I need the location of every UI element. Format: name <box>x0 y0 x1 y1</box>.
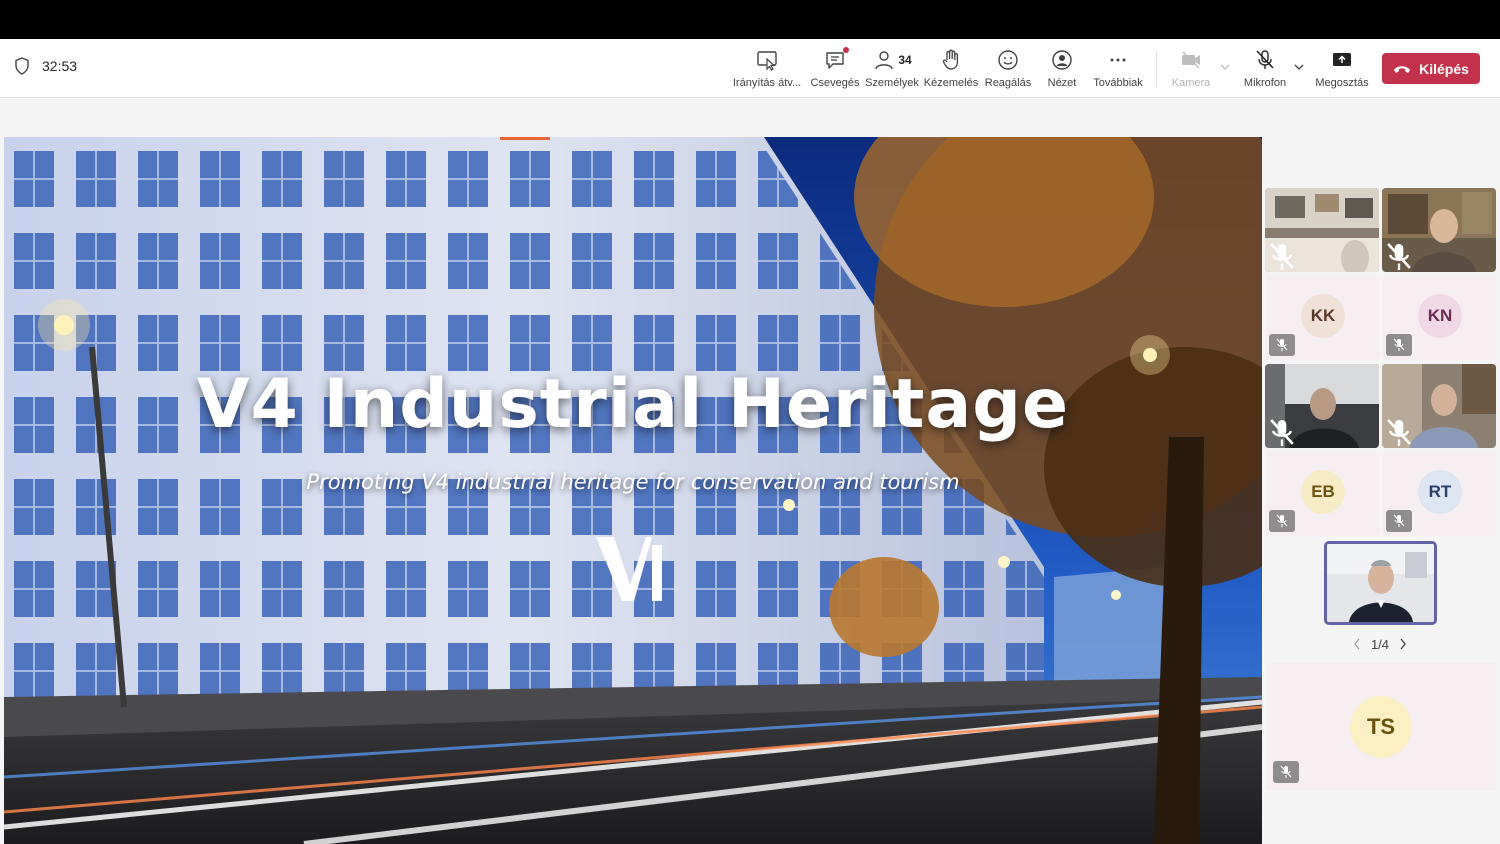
people-count: 34 <box>898 53 912 67</box>
muted-indicator <box>1269 334 1295 356</box>
timer-text: 32:53 <box>42 58 78 74</box>
camera-button[interactable]: Kamera <box>1156 47 1226 89</box>
leave-button[interactable]: Kilépés <box>1382 53 1480 84</box>
title-bar <box>0 0 1500 39</box>
mic-off-icon <box>1256 50 1274 69</box>
take-control-button[interactable]: Irányítás átv... <box>732 47 802 89</box>
page-indicator: 1/4 <box>1370 636 1390 652</box>
shield-icon <box>15 57 29 75</box>
meeting-timer: 32:53 <box>14 57 77 75</box>
participant-avatar-tile[interactable]: RT <box>1382 452 1496 536</box>
slide-accent-bar <box>500 137 550 140</box>
mic-off-icon <box>1387 419 1411 446</box>
meeting-toolbar: 32:53 Irányítás átv... Csevegés 34 Szemé… <box>0 39 1500 98</box>
featured-participant-tile[interactable]: TS <box>1267 663 1496 791</box>
react-label: Reagálás <box>984 77 1032 89</box>
slide-title: V4 Industrial Heritage <box>196 365 1070 444</box>
muted-indicator <box>1269 243 1295 270</box>
participant-video-tile[interactable] <box>1265 364 1379 448</box>
v4-logo-icon <box>596 537 662 601</box>
chevron-left-icon[interactable] <box>1353 638 1361 650</box>
muted-indicator <box>1386 243 1412 270</box>
raise-hand-label: Kézemelés <box>923 77 979 89</box>
muted-indicator <box>1269 419 1295 446</box>
unread-dot <box>843 47 849 53</box>
participant-video-tile[interactable] <box>1265 188 1379 272</box>
mic-off-icon <box>1276 514 1288 527</box>
avatar: EB <box>1301 470 1345 514</box>
take-control-label: Irányítás átv... <box>732 77 802 89</box>
chevron-right-icon[interactable] <box>1399 638 1407 650</box>
camera-label: Kamera <box>1171 77 1211 89</box>
view-label: Nézet <box>1047 77 1077 89</box>
chat-label: Csevegés <box>810 77 860 89</box>
muted-indicator <box>1386 334 1412 356</box>
participant-avatar-tile[interactable]: EB <box>1265 452 1379 536</box>
shared-screen: V4 Industrial Heritage Promoting V4 indu… <box>4 137 1262 844</box>
self-video-icon <box>1327 544 1434 622</box>
mic-off-icon <box>1270 419 1294 446</box>
camera-off-icon <box>1182 51 1200 69</box>
avatar: KK <box>1301 294 1345 338</box>
share-button[interactable]: Megosztás <box>1307 47 1377 89</box>
smiley-icon <box>998 50 1018 70</box>
mic-off-icon <box>1276 338 1288 351</box>
mic-off-icon <box>1280 765 1292 778</box>
self-video-tile[interactable] <box>1324 541 1437 625</box>
participant-avatar-tile[interactable]: KK <box>1265 276 1379 360</box>
screen-pointer-icon <box>757 51 777 71</box>
participant-video-tile[interactable] <box>1382 364 1496 448</box>
more-button[interactable]: Továbbiak <box>1083 47 1153 89</box>
mic-off-icon <box>1393 514 1405 527</box>
people-icon <box>875 51 894 70</box>
participant-pager: 1/4 <box>1340 635 1420 653</box>
share-icon <box>1333 53 1351 66</box>
microphone-label: Mikrofon <box>1243 77 1287 89</box>
participant-video-tile[interactable] <box>1382 188 1496 272</box>
participant-avatar-tile[interactable]: KN <box>1382 276 1496 360</box>
avatar: KN <box>1418 294 1462 338</box>
mic-off-icon <box>1387 243 1411 270</box>
avatar: RT <box>1418 470 1462 514</box>
microphone-button[interactable]: Mikrofon <box>1230 47 1300 89</box>
muted-indicator <box>1273 761 1299 783</box>
more-icon <box>1110 58 1126 62</box>
leave-label: Kilépés <box>1419 60 1469 77</box>
more-label: Továbbiak <box>1093 77 1143 89</box>
mic-off-icon <box>1393 338 1405 351</box>
slide-subtitle: Promoting V4 industrial heritage for con… <box>306 470 960 494</box>
muted-indicator <box>1269 510 1295 532</box>
avatar: TS <box>1350 696 1412 758</box>
raise-hand-icon <box>942 49 959 70</box>
mic-off-icon <box>1270 243 1294 270</box>
muted-indicator <box>1386 510 1412 532</box>
people-label: Személyek <box>865 77 919 89</box>
muted-indicator <box>1386 419 1412 446</box>
phone-hangup-icon <box>1394 65 1411 73</box>
mic-options-chevron-icon[interactable] <box>1293 61 1305 73</box>
view-icon <box>1052 50 1072 70</box>
share-label: Megosztás <box>1315 77 1369 89</box>
